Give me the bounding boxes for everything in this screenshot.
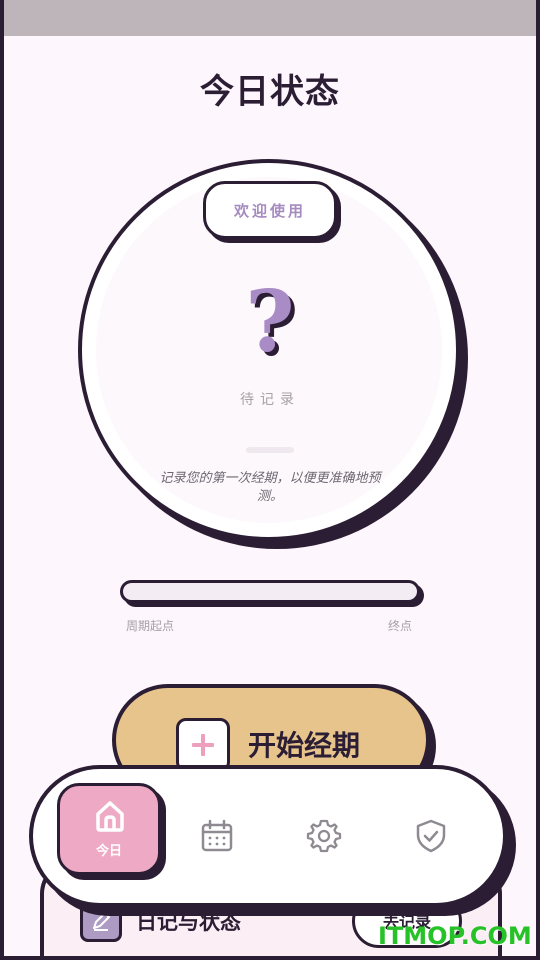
status-bar (0, 0, 540, 36)
start-period-label[interactable]: 开始经期 (248, 724, 360, 764)
welcome-badge: 欢迎使用 (203, 181, 337, 239)
status-text: 待记录 (240, 392, 300, 408)
question-mark-icon: ? (245, 272, 295, 371)
watermark: ITMOP.COM (378, 922, 532, 950)
gear-icon[interactable] (306, 818, 342, 854)
hint-text: 记录您的第一次经期，以便更准确地预测。 (159, 471, 381, 504)
cycle-start-label: 周期起点 (126, 619, 175, 633)
calendar-icon[interactable] (199, 818, 235, 854)
cycle-end-label: 终点 (388, 619, 413, 633)
cycle-progress-bar (120, 580, 420, 603)
plus-icon[interactable] (176, 718, 230, 772)
divider (246, 447, 294, 453)
page-title: 今日状态 (200, 72, 340, 112)
nav-item-today-label[interactable]: 今日 (57, 840, 161, 859)
home-icon[interactable] (92, 798, 128, 834)
shield-check-icon[interactable] (413, 818, 449, 854)
